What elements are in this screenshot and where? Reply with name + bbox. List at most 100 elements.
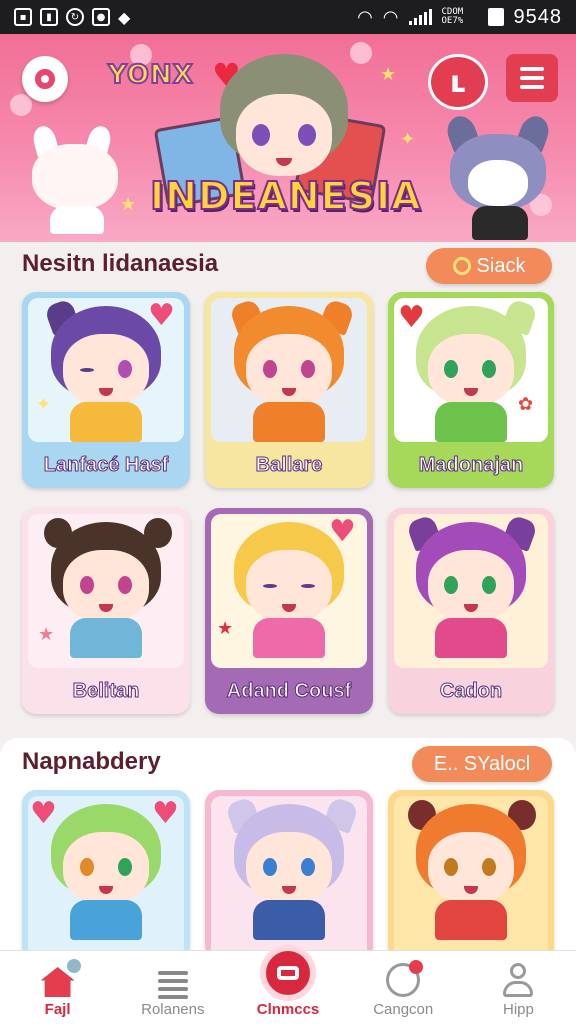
character-card[interactable]: ♥ ✿ Madonajan xyxy=(388,292,554,488)
heart-icon: ♥ xyxy=(329,514,356,549)
character-card[interactable]: ♥ ♥ xyxy=(22,790,190,960)
character-card[interactable] xyxy=(388,790,554,960)
eye xyxy=(118,858,132,876)
outfit xyxy=(253,402,325,442)
outfit xyxy=(70,900,142,940)
section-title: Nesitn lidanaesia xyxy=(22,250,219,277)
outfit xyxy=(435,900,507,940)
raccoon-mascot-right xyxy=(443,112,556,242)
star-icon: ★ xyxy=(380,64,397,85)
nav-label: Fajl xyxy=(44,1001,71,1018)
character-card[interactable]: ★ Belitan xyxy=(22,508,190,714)
search-button-label: Siack xyxy=(476,254,526,277)
eye xyxy=(118,576,132,594)
heart-icon: ♥ xyxy=(30,796,57,831)
nav-label: Clnmccs xyxy=(256,1001,320,1018)
card-label: Adand Cousf xyxy=(226,679,352,702)
menu-line xyxy=(520,76,544,80)
logo-icon xyxy=(35,69,55,89)
nav-item-home[interactable]: Fajl xyxy=(0,951,115,1024)
card-art xyxy=(211,298,367,442)
status-bar: ▪ ▮ ↻ ● ◆ ◠ ◠ CDOM OE7% 9548 xyxy=(0,0,576,34)
eye xyxy=(80,368,94,372)
card-label: Ballare xyxy=(255,453,323,476)
eye xyxy=(80,576,94,594)
eye xyxy=(301,360,315,378)
eye xyxy=(118,360,132,378)
list-icon xyxy=(156,967,190,999)
card-art: ♥ ✦ xyxy=(28,298,184,442)
menu-line xyxy=(520,67,544,71)
character-card[interactable]: ♥ ★ Adand Cousf xyxy=(205,508,373,714)
lock-icon: ● xyxy=(92,8,110,26)
nav-label: Hipp xyxy=(502,1001,534,1018)
chart-icon: ▮ xyxy=(40,8,58,26)
eye xyxy=(301,584,315,588)
signal-icon xyxy=(408,9,432,25)
eye xyxy=(263,360,277,378)
wifi-alt-icon: ◠ xyxy=(382,6,399,28)
outfit xyxy=(253,618,325,658)
star-icon: ✦ xyxy=(36,394,52,415)
section-title: Napnabdery xyxy=(22,748,161,775)
cat-mascot-left xyxy=(26,123,126,236)
heart-icon: ♥ xyxy=(398,300,425,335)
nav-label: Cangcon xyxy=(373,1001,434,1018)
card-art xyxy=(394,796,548,960)
nav-item-center[interactable]: Clnmccs xyxy=(230,945,345,1024)
eye xyxy=(80,858,94,876)
carrier-text: CDOM OE7% xyxy=(441,7,464,26)
character-card[interactable]: Ballare xyxy=(205,292,373,488)
wifi-icon: ◠ xyxy=(357,6,373,28)
clock: 9548 xyxy=(513,5,562,28)
star-icon: ★ xyxy=(217,618,234,639)
card-label: Belitan xyxy=(72,679,140,702)
bottom-navigation: Fajl Rolanens Clnmccs Cangcon Hipp xyxy=(0,945,576,1024)
notification-dot xyxy=(67,959,82,973)
star-icon: ★ xyxy=(38,624,55,645)
see-all-button[interactable]: E.. SYalocl xyxy=(412,746,552,782)
star-icon: ✦ xyxy=(400,129,416,150)
search-icon xyxy=(452,257,471,275)
eye xyxy=(444,576,458,594)
menu-button[interactable] xyxy=(506,54,558,102)
smiley-icon xyxy=(386,960,424,997)
character-card[interactable]: Cadon xyxy=(388,508,554,714)
card-art: ♥ ✿ xyxy=(394,298,548,442)
card-art xyxy=(211,796,367,960)
eye xyxy=(263,858,277,876)
outfit xyxy=(435,402,507,442)
hero-banner: ★ ✦ ✦ ★ YONX ♥ INDEANESIA ʟ xyxy=(0,34,576,242)
nav-item-list[interactable]: Rolanens xyxy=(115,951,230,1024)
section-header: Napnabdery xyxy=(22,748,161,776)
card-label: Cadon xyxy=(439,679,503,702)
banner-title: INDEANESIA xyxy=(149,173,422,219)
outfit xyxy=(70,618,142,658)
card-label: Lanfacé Hasf xyxy=(43,453,169,476)
badge-dot xyxy=(409,960,424,974)
eye xyxy=(482,858,496,876)
search-button[interactable]: Siack xyxy=(426,248,552,284)
outfit xyxy=(70,402,142,442)
nav-label: Rolanens xyxy=(141,1001,205,1018)
main-character xyxy=(214,54,354,194)
outfit xyxy=(253,900,325,940)
location-icon: ◆ xyxy=(118,7,131,27)
sync-icon: ↻ xyxy=(66,8,84,26)
battery-icon xyxy=(487,8,504,26)
flower-icon: ✿ xyxy=(518,394,534,415)
card-art: ★ xyxy=(28,514,184,668)
outfit xyxy=(435,618,507,658)
flower-decoration xyxy=(10,94,32,116)
eye xyxy=(444,360,458,378)
nav-item-activity[interactable]: Cangcon xyxy=(346,951,461,1024)
chat-button[interactable]: ʟ xyxy=(428,54,488,110)
eye xyxy=(482,360,496,378)
record-icon xyxy=(260,945,316,1001)
nav-item-profile[interactable]: Hipp xyxy=(461,951,576,1024)
card-art: ♥ ★ xyxy=(211,514,367,668)
app-logo-button[interactable] xyxy=(22,56,68,102)
character-card[interactable]: ♥ ✦ Lanfacé Hasf xyxy=(22,292,190,488)
person-icon xyxy=(501,963,535,997)
character-card[interactable] xyxy=(205,790,373,960)
